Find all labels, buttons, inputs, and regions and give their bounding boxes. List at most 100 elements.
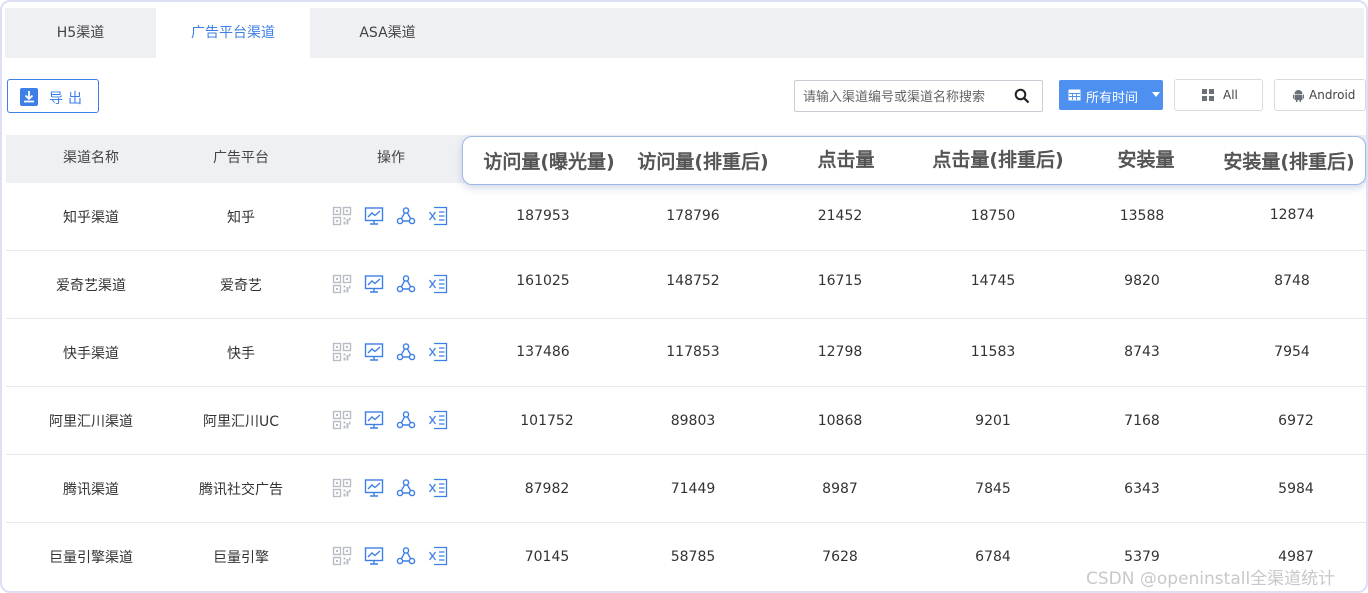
- excel-export-icon[interactable]: [428, 478, 448, 498]
- ad-platform-cell: 知乎: [227, 210, 255, 226]
- channel-tab-bar: H5渠道 广告平台渠道 ASA渠道: [5, 8, 1364, 58]
- installs-cell: 7168: [1124, 413, 1160, 429]
- installs-cell: 6343: [1124, 481, 1160, 497]
- visits-dedup-cell: 58785: [670, 549, 716, 565]
- table-row: 快手渠道 快手 137486 117853 12798 11583 8743 7…: [6, 319, 1366, 387]
- share-icon[interactable]: [396, 410, 416, 430]
- row-actions: [332, 274, 452, 294]
- row-actions: [332, 410, 452, 430]
- visits-dedup-cell: 148752: [666, 273, 720, 289]
- share-icon[interactable]: [396, 478, 416, 498]
- visits-cell: 70145: [524, 549, 570, 565]
- installs-dedup-cell: 5984: [1278, 481, 1314, 497]
- visits-cell: 101752: [520, 413, 574, 429]
- table-row: 阿里汇川渠道 阿里汇川UC 101752 89803 10868 9201 71…: [6, 387, 1366, 455]
- share-icon[interactable]: [396, 206, 416, 226]
- installs-cell: 8743: [1124, 344, 1160, 360]
- qrcode-icon[interactable]: [332, 274, 352, 294]
- line-chart-icon[interactable]: [364, 478, 384, 498]
- share-icon[interactable]: [396, 342, 416, 362]
- export-button[interactable]: 导出: [7, 79, 99, 113]
- column-header-installs: 安装量: [1117, 149, 1175, 171]
- clicks-dedup-cell: 7845: [975, 481, 1011, 497]
- clicks-dedup-cell: 11583: [970, 344, 1016, 360]
- visits-cell: 187953: [516, 208, 570, 224]
- table-row: 知乎渠道 知乎 187953 178796 21452 18750 13588 …: [6, 183, 1366, 251]
- channel-name-cell: 知乎渠道: [63, 210, 119, 226]
- ad-platform-cell: 快手: [227, 346, 255, 362]
- excel-export-icon[interactable]: [428, 274, 448, 294]
- grid-icon: [1202, 89, 1214, 101]
- qrcode-icon[interactable]: [332, 546, 352, 566]
- qrcode-icon[interactable]: [332, 478, 352, 498]
- clicks-cell: 21452: [817, 208, 863, 224]
- qrcode-icon[interactable]: [332, 410, 352, 430]
- installs-dedup-cell: 4987: [1278, 549, 1314, 565]
- tab-ad-platform-channel[interactable]: 广告平台渠道: [156, 8, 310, 58]
- column-header-channel-name: 渠道名称: [63, 150, 119, 166]
- installs-cell: 9820: [1124, 273, 1160, 289]
- chevron-down-icon: [1152, 92, 1160, 97]
- visits-cell: 87982: [524, 481, 570, 497]
- clicks-cell: 16715: [817, 273, 863, 289]
- column-header-clicks-dedup: 点击量(排重后): [932, 149, 1064, 171]
- qrcode-icon[interactable]: [332, 342, 352, 362]
- watermark-text: CSDN @openinstall全渠道统计: [1086, 569, 1336, 589]
- platform-android-label: Android: [1309, 88, 1356, 102]
- table-row: 爱奇艺渠道 爱奇艺 161025 148752 16715 14745 9820…: [6, 251, 1366, 319]
- column-header-installs-dedup: 安装量(排重后): [1223, 151, 1355, 173]
- row-actions: [332, 478, 452, 498]
- ad-platform-cell: 巨量引擎: [213, 550, 269, 566]
- channel-name-cell: 腾讯渠道: [63, 482, 119, 498]
- platform-filter-all[interactable]: All: [1174, 79, 1263, 111]
- excel-export-icon[interactable]: [428, 206, 448, 226]
- tab-asa-channel[interactable]: ASA渠道: [310, 8, 465, 58]
- time-range-dropdown[interactable]: 所有时间: [1059, 80, 1163, 110]
- tab-h5-channel[interactable]: H5渠道: [5, 8, 156, 58]
- ad-platform-cell: 腾讯社交广告: [199, 482, 283, 498]
- row-actions: [332, 546, 452, 566]
- installs-dedup-cell: 6972: [1278, 413, 1314, 429]
- line-chart-icon[interactable]: [364, 206, 384, 226]
- installs-cell: 13588: [1119, 208, 1165, 224]
- channel-name-cell: 巨量引擎渠道: [49, 550, 133, 566]
- app-window: H5渠道 广告平台渠道 ASA渠道 导出 所有时间: [0, 0, 1368, 593]
- installs-dedup-cell: 7954: [1274, 344, 1310, 360]
- ad-platform-cell: 爱奇艺: [220, 278, 262, 294]
- clicks-cell: 10868: [817, 413, 863, 429]
- visits-dedup-cell: 178796: [666, 208, 720, 224]
- search-icon[interactable]: [1014, 88, 1030, 104]
- channel-name-cell: 爱奇艺渠道: [56, 278, 126, 294]
- visits-dedup-cell: 117853: [666, 344, 720, 360]
- installs-dedup-cell: 12874: [1269, 207, 1315, 223]
- column-header-ad-platform: 广告平台: [213, 150, 269, 166]
- clicks-cell: 7628: [822, 549, 858, 565]
- excel-export-icon[interactable]: [428, 342, 448, 362]
- visits-cell: 161025: [516, 273, 570, 289]
- platform-filter-android[interactable]: Android: [1274, 79, 1366, 111]
- excel-export-icon[interactable]: [428, 546, 448, 566]
- share-icon[interactable]: [396, 274, 416, 294]
- installs-cell: 5379: [1124, 549, 1160, 565]
- line-chart-icon[interactable]: [364, 546, 384, 566]
- clicks-cell: 8987: [822, 481, 858, 497]
- clicks-dedup-cell: 9201: [975, 413, 1011, 429]
- column-header-actions: 操作: [377, 150, 405, 166]
- qrcode-icon[interactable]: [332, 206, 352, 226]
- row-actions: [332, 206, 452, 226]
- share-icon[interactable]: [396, 546, 416, 566]
- column-header-visits-exposure: 访问量(曝光量): [483, 151, 615, 173]
- line-chart-icon[interactable]: [364, 410, 384, 430]
- metrics-header-highlight: 访问量(曝光量) 访问量(排重后) 点击量 点击量(排重后) 安装量 安装量(排…: [462, 136, 1366, 185]
- line-chart-icon[interactable]: [364, 342, 384, 362]
- clicks-dedup-cell: 18750: [970, 208, 1016, 224]
- excel-export-icon[interactable]: [428, 410, 448, 430]
- export-button-label: 导出: [49, 91, 87, 107]
- platform-all-label: All: [1223, 88, 1238, 102]
- table-row: 腾讯渠道 腾讯社交广告 87982 71449 8987 7845 6343 5…: [6, 455, 1366, 523]
- channel-name-cell: 阿里汇川渠道: [49, 414, 133, 430]
- calendar-icon: [1068, 89, 1081, 101]
- channel-search-input[interactable]: [801, 86, 1011, 108]
- clicks-cell: 12798: [817, 344, 863, 360]
- line-chart-icon[interactable]: [364, 274, 384, 294]
